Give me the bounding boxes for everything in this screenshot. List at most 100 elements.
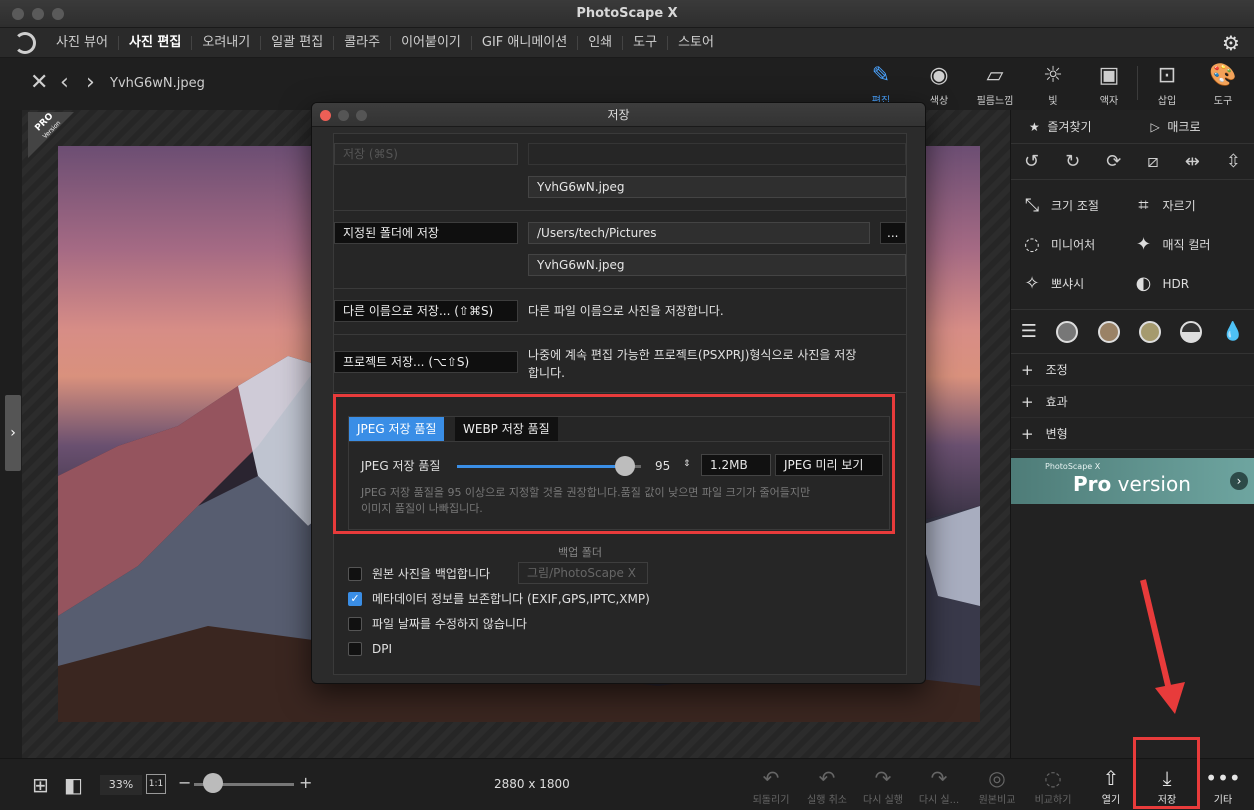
- menu-editor[interactable]: 사진 편집: [117, 35, 191, 50]
- photoscape-logo-icon[interactable]: [14, 31, 36, 54]
- undo-button[interactable]: ↶ 실행 취소: [802, 765, 852, 806]
- menu-tools[interactable]: 도구: [622, 35, 667, 50]
- straighten-icon[interactable]: ⧄: [1147, 151, 1158, 172]
- compare-view-icon[interactable]: ◧: [64, 773, 83, 797]
- save-overwrite-button[interactable]: 저장 (⌘S): [334, 143, 518, 165]
- keep-metadata-label: 메타데이터 정보를 보존합니다 (EXIF,GPS,IPTC,XMP): [372, 592, 650, 606]
- pro-version-banner[interactable]: PhotoScape X Pro version ›: [1011, 458, 1254, 504]
- keep-metadata-checkbox[interactable]: ✓: [348, 592, 362, 606]
- project-description: 나중에 계속 편집 가능한 프로젝트(PSXPRJ)형식으로 사진을 저장 합니다…: [528, 348, 857, 380]
- crop-button[interactable]: ⌗ 자르기: [1133, 186, 1245, 225]
- grid-icon[interactable]: ⊞: [32, 773, 49, 797]
- keep-file-date-label: 파일 날짜를 수정하지 않습니다: [372, 617, 527, 631]
- quality-highlight-box: [333, 394, 895, 534]
- menu-batch[interactable]: 일괄 편집: [260, 35, 333, 50]
- dpi-checkbox[interactable]: [348, 642, 362, 656]
- filter-sepia-icon[interactable]: [1097, 320, 1120, 343]
- redo-button[interactable]: ↷ 다시 실행: [858, 765, 908, 806]
- chevron-right-icon[interactable]: ›: [86, 72, 95, 94]
- menu-collage[interactable]: 콜라주: [333, 35, 390, 50]
- filter-presets: ☰ 💧: [1011, 310, 1254, 354]
- flip-horizontal-icon[interactable]: ⇹: [1185, 151, 1200, 172]
- rotate-free-icon[interactable]: ⟳: [1106, 151, 1121, 172]
- folder-filename-field[interactable]: YvhG6wN.jpeg: [528, 254, 906, 276]
- revert-button[interactable]: ↶ 되돌리기: [746, 765, 796, 806]
- save-to-folder-button[interactable]: 지정된 폴더에 저장: [334, 222, 518, 244]
- image-dimensions: 2880 x 1800: [494, 777, 570, 791]
- menu-print[interactable]: 인쇄: [577, 35, 622, 50]
- zoom-out-icon[interactable]: −: [178, 773, 191, 792]
- save-as-button[interactable]: 다른 이름으로 저장... (⇧⌘S): [334, 300, 518, 322]
- bloom-button[interactable]: ✧ 뽀샤시: [1021, 264, 1133, 303]
- app-title: PhotoScape X: [576, 6, 678, 21]
- filter-half-icon[interactable]: [1180, 320, 1203, 343]
- miniature-icon: ◌: [1024, 233, 1040, 255]
- save-project-button[interactable]: 프로젝트 저장... (⌥⇧S): [334, 351, 518, 373]
- more-button[interactable]: ••• 기타: [1198, 765, 1248, 806]
- dpi-label: DPI: [372, 642, 393, 656]
- tool-insert[interactable]: ⊡ 삽입: [1142, 62, 1192, 107]
- filter-gray-icon[interactable]: [1056, 320, 1079, 343]
- chevron-left-icon[interactable]: ‹: [60, 72, 69, 94]
- color-ring-icon: ◉: [929, 63, 949, 88]
- tool-frame[interactable]: ▣ 액자: [1084, 62, 1134, 107]
- macro-tab[interactable]: ▷ 매크로: [1133, 118, 1254, 135]
- keep-file-date-checkbox[interactable]: [348, 617, 362, 631]
- dialog-close-button[interactable]: [320, 110, 331, 121]
- magic-color-button[interactable]: ✦ 매직 컬러: [1133, 225, 1245, 264]
- drop-icon[interactable]: 💧: [1222, 321, 1244, 342]
- section-adjust[interactable]: + 조정: [1011, 354, 1254, 386]
- frame-icon: ▣: [1098, 63, 1120, 88]
- sparkle-icon: ✧: [1024, 272, 1040, 294]
- more-icon: •••: [1205, 766, 1241, 790]
- sun-icon: ☼: [1043, 63, 1063, 88]
- dialog-minimize-button: [338, 110, 349, 121]
- zoom-in-icon[interactable]: +: [299, 773, 312, 792]
- list-icon[interactable]: ☰: [1021, 321, 1037, 342]
- edit-icon: ✎: [871, 63, 891, 88]
- actual-size-button[interactable]: 1:1: [146, 774, 166, 794]
- resize-button[interactable]: ⤡ 크기 조절: [1021, 186, 1133, 225]
- menu-viewer[interactable]: 사진 뷰어: [46, 35, 118, 50]
- menu-store[interactable]: 스토어: [667, 35, 724, 50]
- rotate-right-icon[interactable]: ↻: [1065, 151, 1080, 172]
- redo-all-button[interactable]: ↷ 다시 실...: [914, 765, 964, 806]
- save-highlight-box: [1133, 737, 1200, 809]
- backup-original-checkbox[interactable]: [348, 567, 362, 581]
- bottom-bar: ⊞ ◧ 33% 1:1 − + 2880 x 1800 ↶ 되돌리기 ↶ 실행 취소…: [0, 758, 1254, 810]
- open-button[interactable]: ⇧ 열기: [1086, 765, 1136, 806]
- flip-vertical-icon[interactable]: ⇳: [1226, 151, 1241, 172]
- dialog-title: 저장: [607, 108, 630, 122]
- section-effects[interactable]: + 효과: [1011, 386, 1254, 418]
- close-icon[interactable]: ✕: [30, 72, 48, 94]
- gear-icon[interactable]: ⚙: [1220, 32, 1242, 54]
- tool-light[interactable]: ☼ 빛: [1028, 62, 1078, 107]
- original-compare-button[interactable]: ◎ 원본비교: [972, 765, 1022, 806]
- miniature-button[interactable]: ◌ 미니어처: [1021, 225, 1133, 264]
- browse-folder-button[interactable]: ...: [880, 222, 906, 244]
- filter-warm-icon[interactable]: [1139, 320, 1162, 343]
- menu-gif[interactable]: GIF 애니메이션: [470, 35, 577, 50]
- backup-folder-field[interactable]: 그림/PhotoScape X: [518, 562, 648, 584]
- left-panel-toggle[interactable]: ›: [5, 395, 21, 471]
- zoom-slider-knob[interactable]: [203, 773, 223, 793]
- film-icon: ▱: [986, 63, 1004, 88]
- backup-original-label: 원본 사진을 백업합니다: [372, 567, 491, 581]
- hdr-button[interactable]: ◐ HDR: [1133, 264, 1245, 303]
- file-name: YvhG6wN.jpeg: [110, 76, 205, 91]
- favorites-tab[interactable]: ★ 즐겨찾기: [1011, 118, 1133, 135]
- compare-button[interactable]: ◌ 비교하기: [1028, 765, 1078, 806]
- redo-icon: ↷: [874, 766, 892, 790]
- tool-color[interactable]: ◉ 색상: [914, 62, 964, 107]
- save-filename-field[interactable]: YvhG6wN.jpeg: [528, 176, 906, 198]
- hdr-icon: ◐: [1135, 272, 1152, 294]
- tool-edit[interactable]: ✎편집: [856, 62, 906, 107]
- folder-path-field[interactable]: /Users/tech/Pictures: [528, 222, 870, 244]
- tool-film[interactable]: ▱ 필름느낌: [970, 62, 1020, 107]
- crop-icon: ⌗: [1138, 194, 1149, 216]
- tool-tools[interactable]: 🎨 도구: [1198, 62, 1248, 107]
- rotate-left-icon[interactable]: ↺: [1024, 151, 1039, 172]
- section-transform[interactable]: + 변형: [1011, 418, 1254, 450]
- menu-combine[interactable]: 이어붙이기: [390, 35, 471, 50]
- menu-cutout[interactable]: 오려내기: [191, 35, 260, 50]
